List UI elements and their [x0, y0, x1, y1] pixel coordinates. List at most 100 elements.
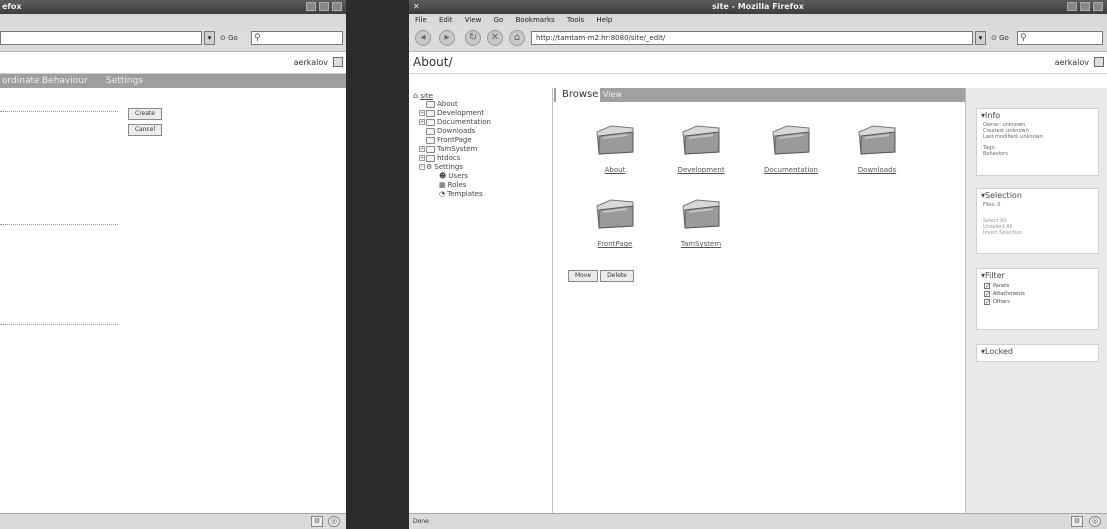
- invert-selection-link[interactable]: Invert Selection: [977, 230, 1098, 236]
- browse-tab-strip: Browse View: [554, 88, 965, 102]
- selection-panel: ▾Selection Files: 0 Select All Unselect …: [976, 188, 1099, 254]
- status-icon: ◎: [328, 516, 340, 527]
- tree-item[interactable]: Downloads: [419, 127, 475, 136]
- tree-item[interactable]: + Development: [419, 109, 484, 118]
- folder-icon: [426, 145, 435, 153]
- checkbox-checked-icon: ✓: [984, 283, 991, 290]
- tree-item[interactable]: + TamSystem: [419, 145, 477, 154]
- left-url-field[interactable]: [0, 31, 202, 45]
- tree-item[interactable]: About: [419, 100, 458, 109]
- tree-item[interactable]: + htdocs: [419, 154, 460, 163]
- folder-icon: [426, 127, 435, 135]
- search-field[interactable]: ⚲: [251, 31, 343, 45]
- search-field[interactable]: ⚲: [1017, 31, 1103, 45]
- tree-item[interactable]: ▦ Roles: [439, 181, 466, 190]
- info-behaviors: Behaviors: [983, 151, 1008, 157]
- go-icon: ⊙: [991, 34, 997, 42]
- user-name: aerkalov: [293, 58, 328, 67]
- roles-icon: ▦: [439, 181, 446, 189]
- status-icon: ⚙: [1071, 516, 1083, 527]
- tab-coordinate[interactable]: ordinate: [2, 74, 40, 88]
- menu-tools[interactable]: Tools: [567, 16, 584, 24]
- form-divider: [0, 224, 118, 225]
- back-icon[interactable]: ◂: [415, 30, 431, 46]
- expand-icon[interactable]: +: [419, 110, 425, 116]
- panel-title[interactable]: ▾Info: [977, 109, 1098, 122]
- folder-icon: [596, 125, 634, 155]
- expand-icon[interactable]: +: [419, 155, 425, 161]
- menu-file[interactable]: File: [415, 16, 427, 24]
- minimize-button[interactable]: [306, 2, 316, 11]
- left-window-title: efox: [2, 2, 22, 11]
- maximize-button[interactable]: [1080, 2, 1090, 11]
- go-button[interactable]: ⊙ Go: [220, 31, 238, 45]
- filter-attachments-checkbox[interactable]: ✓ Attachments: [977, 290, 1098, 298]
- left-navigation-toolbar: ▾ ⊙ Go ⚲: [0, 26, 346, 52]
- path-bar: About/ aerkalov: [409, 52, 1107, 74]
- logout-icon[interactable]: [333, 57, 343, 67]
- expand-icon[interactable]: +: [419, 119, 425, 125]
- filter-panel: ▾Filter ✓ Panels ✓ Attachments ✓ Others: [976, 268, 1099, 330]
- status-icon: ⚙: [311, 516, 323, 527]
- search-icon: ⚲: [1020, 33, 1027, 43]
- collapse-icon[interactable]: −: [419, 164, 425, 170]
- right-title-bar: ✕ site - Mozilla Firefox: [409, 0, 1107, 14]
- menu-view[interactable]: View: [465, 16, 482, 24]
- create-button[interactable]: Create: [128, 108, 162, 120]
- tab-settings[interactable]: Settings: [106, 74, 143, 88]
- folder-item[interactable]: About: [584, 118, 646, 174]
- tab-view[interactable]: View: [603, 88, 622, 102]
- navigation-toolbar: ◂ ▸ ↻ ✕ ⌂ http://tamtam-m2.hr:8080/site/…: [409, 26, 1107, 52]
- panel-title[interactable]: ▾Selection: [977, 189, 1098, 202]
- stop-icon[interactable]: ✕: [487, 30, 503, 46]
- home-icon: ⌂: [413, 91, 419, 100]
- filter-panels-checkbox[interactable]: ✓ Panels: [977, 282, 1098, 290]
- filter-others-checkbox[interactable]: ✓ Others: [977, 298, 1098, 306]
- folder-item[interactable]: TamSystem: [670, 192, 732, 248]
- url-field[interactable]: http://tamtam-m2.hr:8080/site/_edit/: [531, 31, 973, 45]
- delete-button[interactable]: Delete: [600, 270, 634, 282]
- move-button[interactable]: Move: [568, 270, 598, 282]
- close-button[interactable]: [332, 2, 342, 11]
- reload-icon[interactable]: ↻: [465, 30, 481, 46]
- folder-item[interactable]: Documentation: [760, 118, 822, 174]
- tree-item[interactable]: ◔ Templates: [439, 190, 483, 199]
- menu-bar: File Edit View Go Bookmarks Tools Help: [409, 14, 1107, 26]
- tree-item[interactable]: FrontPage: [419, 136, 472, 145]
- panel-title[interactable]: ▾Locked: [977, 345, 1098, 358]
- maximize-button[interactable]: [319, 2, 329, 11]
- logout-icon[interactable]: [1094, 57, 1104, 67]
- right-sidebar: ▾Info Owner: unknown Created: unknown La…: [965, 88, 1107, 513]
- url-dropdown-button[interactable]: ▾: [204, 31, 215, 45]
- folder-icon: [858, 125, 896, 155]
- cancel-button[interactable]: Cancel: [128, 124, 162, 136]
- tab-behaviour[interactable]: Behaviour: [42, 74, 88, 88]
- menu-go[interactable]: Go: [494, 16, 504, 24]
- site-tree: ⌂ site About + Development + Documentation…: [409, 88, 553, 513]
- folder-item[interactable]: Development: [670, 118, 732, 174]
- go-button[interactable]: ⊙ Go: [991, 31, 1009, 45]
- tree-item[interactable]: ☻ Users: [439, 172, 468, 181]
- forward-icon[interactable]: ▸: [439, 30, 455, 46]
- minimize-button[interactable]: [1067, 2, 1077, 11]
- menu-edit[interactable]: Edit: [439, 16, 453, 24]
- tree-item-settings[interactable]: − ⚙ Settings: [419, 163, 463, 172]
- folder-icon: [426, 154, 435, 162]
- home-icon[interactable]: ⌂: [509, 30, 525, 46]
- search-icon: ⚲: [254, 33, 261, 43]
- tab-browse[interactable]: Browse: [556, 88, 600, 102]
- close-button[interactable]: [1093, 2, 1103, 11]
- expand-icon[interactable]: +: [419, 146, 425, 152]
- templates-icon: ◔: [439, 190, 446, 198]
- tree-item[interactable]: + Documentation: [419, 118, 491, 127]
- folder-icon: [426, 109, 435, 117]
- panel-title[interactable]: ▾Filter: [977, 269, 1098, 282]
- locked-panel: ▾Locked: [976, 344, 1099, 362]
- menu-help[interactable]: Help: [596, 16, 612, 24]
- folder-item[interactable]: FrontPage: [584, 192, 646, 248]
- menu-bookmarks[interactable]: Bookmarks: [516, 16, 555, 24]
- folder-icon: [682, 125, 720, 155]
- checkbox-checked-icon: ✓: [984, 299, 991, 306]
- url-dropdown-button[interactable]: ▾: [975, 31, 986, 45]
- folder-item[interactable]: Downloads: [846, 118, 908, 174]
